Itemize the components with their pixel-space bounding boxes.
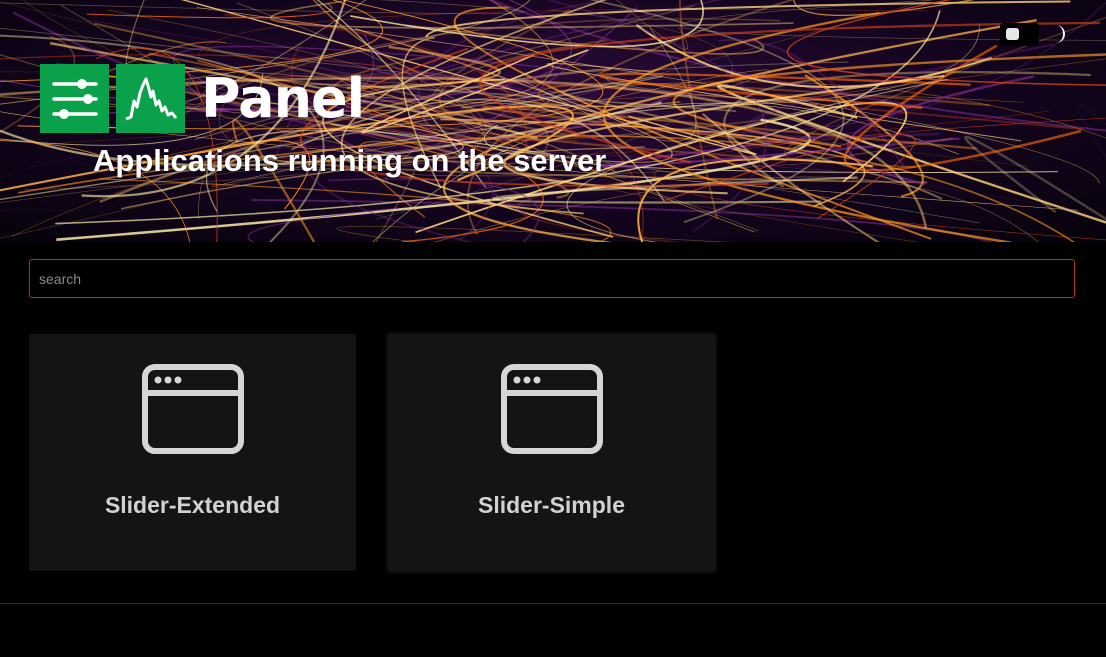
search-input[interactable] <box>29 259 1075 298</box>
app-card-label: Slider-Extended <box>104 492 281 518</box>
line-chart-icon <box>116 64 185 133</box>
app-card-slider-extended[interactable]: Slider-Extended <box>29 334 356 571</box>
browser-window-icon <box>141 364 244 454</box>
app-card-slider-simple[interactable]: Slider-Simple <box>388 334 715 571</box>
app-launcher-page: Panel Applications running on the server… <box>0 0 1106 657</box>
toggle-knob <box>1006 28 1019 40</box>
banner-strand <box>336 225 730 242</box>
theme-toggle[interactable] <box>1000 22 1071 46</box>
banner-strand <box>964 135 1106 221</box>
moon-icon <box>1056 25 1066 43</box>
banner-strand <box>1077 105 1106 157</box>
toggle-switch[interactable] <box>1000 22 1039 46</box>
banner-strand <box>602 11 1012 242</box>
browser-window-icon <box>500 364 603 454</box>
app-card-label: Slider-Simple <box>478 492 625 518</box>
header-banner: Panel Applications running on the server <box>0 0 1106 242</box>
page-subtitle: Applications running on the server <box>93 143 607 178</box>
sliders-icon <box>40 64 109 133</box>
banner-strand <box>99 178 612 242</box>
footer-divider <box>0 603 1106 604</box>
brand: Panel <box>40 64 365 133</box>
brand-name: Panel <box>201 67 365 130</box>
